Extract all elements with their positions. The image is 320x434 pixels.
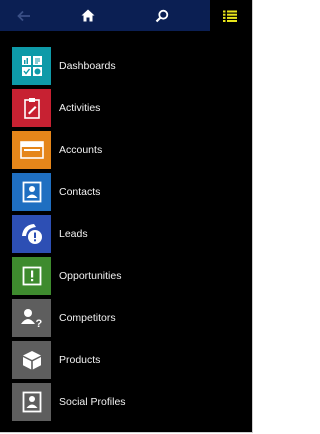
activities-tile bbox=[12, 89, 51, 127]
accounts-tile bbox=[12, 131, 51, 169]
dashboards-tile bbox=[12, 47, 51, 85]
menu-item-contacts[interactable]: Contacts bbox=[12, 173, 242, 211]
list-menu-icon bbox=[223, 10, 237, 22]
folder-icon bbox=[19, 141, 44, 159]
product-box-icon bbox=[22, 351, 41, 370]
arrow-left-icon bbox=[17, 10, 30, 21]
opportunities-tile bbox=[12, 257, 51, 295]
search-button[interactable] bbox=[144, 0, 180, 31]
search-icon bbox=[155, 9, 169, 22]
home-button[interactable] bbox=[70, 0, 106, 31]
leads-tile bbox=[12, 215, 51, 253]
home-icon bbox=[81, 9, 95, 22]
menu-item-label: Activities bbox=[59, 102, 101, 114]
social-profile-icon bbox=[22, 391, 41, 413]
menu-item-accounts[interactable]: Accounts bbox=[12, 131, 242, 169]
menu-item-competitors[interactable]: ? Competitors bbox=[12, 299, 242, 337]
contact-card-icon bbox=[22, 181, 41, 203]
dashboard-icon bbox=[21, 56, 42, 76]
top-nav-bar bbox=[0, 0, 252, 31]
menu-item-social-profiles[interactable]: Social Profiles bbox=[12, 383, 242, 421]
social-profiles-tile bbox=[12, 383, 51, 421]
menu-item-dashboards[interactable]: Dashboards bbox=[12, 47, 242, 85]
menu-item-label: Social Profiles bbox=[59, 396, 126, 408]
menu-item-label: Products bbox=[59, 354, 101, 366]
lead-phone-icon bbox=[21, 224, 42, 244]
competitors-tile: ? bbox=[12, 299, 51, 337]
back-button[interactable] bbox=[6, 0, 42, 31]
menu-item-activities[interactable]: Activities bbox=[12, 89, 242, 127]
competitor-icon: ? bbox=[20, 309, 42, 329]
menu-item-label: Leads bbox=[59, 228, 88, 240]
menu-item-label: Competitors bbox=[59, 312, 116, 324]
contacts-tile bbox=[12, 173, 51, 211]
menu-button[interactable] bbox=[212, 0, 248, 31]
app-window: Dashboards Activities Accounts Contacts … bbox=[0, 0, 253, 433]
clipboard-icon bbox=[23, 98, 40, 119]
menu-item-products[interactable]: Products bbox=[12, 341, 242, 379]
menu-item-leads[interactable]: Leads bbox=[12, 215, 242, 253]
menu-item-label: Dashboards bbox=[59, 60, 116, 72]
svg-text:?: ? bbox=[35, 318, 42, 329]
products-tile bbox=[12, 341, 51, 379]
opportunity-icon bbox=[22, 266, 41, 286]
menu-item-label: Contacts bbox=[59, 186, 101, 198]
menu-item-label: Accounts bbox=[59, 144, 103, 156]
menu-item-opportunities[interactable]: Opportunities bbox=[12, 257, 242, 295]
menu-item-label: Opportunities bbox=[59, 270, 122, 282]
